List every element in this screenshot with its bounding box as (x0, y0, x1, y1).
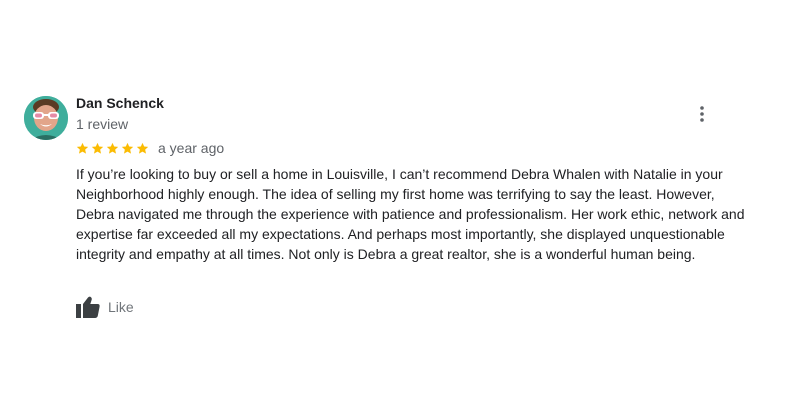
star-rating (76, 142, 151, 155)
thumb-up-icon (76, 296, 100, 318)
more-vert-icon (700, 106, 704, 122)
rating-row: a year ago (76, 139, 224, 157)
review-text: If you’re looking to buy or sell a home … (76, 166, 745, 262)
review-count: 1 review (76, 116, 129, 132)
star-icon (106, 142, 119, 154)
star-icon (76, 142, 89, 154)
author-name[interactable]: Dan Schenck (76, 94, 164, 112)
like-label: Like (108, 299, 134, 315)
star-icon (136, 142, 149, 154)
star-icon (121, 142, 134, 154)
like-button[interactable]: Like (76, 296, 134, 318)
more-options-button[interactable] (692, 102, 712, 126)
star-icon (91, 142, 104, 154)
avatar-image (24, 96, 68, 140)
review-date: a year ago (158, 140, 225, 156)
avatar[interactable] (24, 96, 68, 140)
author-info: Dan Schenck 1 review (76, 94, 164, 133)
